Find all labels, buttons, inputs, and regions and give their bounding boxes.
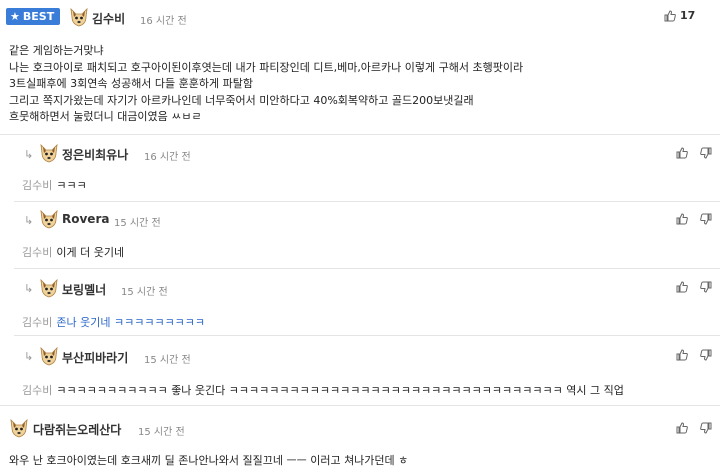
thumbs-down-icon[interactable] bbox=[700, 349, 712, 361]
star-icon: ★ bbox=[10, 10, 20, 23]
comment-text-line: 나는 호크아이로 패치되고 호구아이된이후엿는데 내가 파티장인데 디트,베마,… bbox=[9, 61, 524, 74]
comment-author[interactable]: 김수비 bbox=[92, 10, 125, 27]
comment-text-line: 흐뭇해하면서 눌렀더니 대금이였음 ㅆㅂㄹ bbox=[9, 110, 202, 123]
thumbs-down-icon[interactable] bbox=[700, 422, 712, 434]
comment-author[interactable]: 다람쥐는오레산다 bbox=[33, 421, 121, 438]
thumbs-down-icon[interactable] bbox=[700, 213, 712, 225]
reply-content: 존나 웃기네 ㅋㅋㅋㅋㅋㅋㅋㅋㅋ bbox=[56, 316, 206, 329]
comment-time: 16 시간 전 bbox=[140, 16, 187, 27]
reply-item: ↳ 보링멜너 15 시간 전 김수비 존나 웃기네 ㅋㅋㅋㅋㅋㅋㅋㅋㅋ bbox=[0, 269, 720, 335]
reply-arrow-icon: ↳ bbox=[24, 282, 34, 295]
reply-time: 15 시간 전 bbox=[121, 287, 168, 298]
reply-time: 15 시간 전 bbox=[144, 355, 191, 366]
reply-author[interactable]: 보링멜너 bbox=[62, 281, 106, 298]
reply-to-name[interactable]: 김수비 bbox=[22, 179, 52, 192]
reply-to-name[interactable]: 김수비 bbox=[22, 316, 52, 329]
reply-item: ↳ Rovera 15 시간 전 김수비 이게 더 웃기네 bbox=[0, 202, 720, 268]
comment-text-line: 와우 난 호크아이였는데 호크새끼 딜 존나안나와서 질질끄네 ㅡㅡ 이러고 쳐… bbox=[9, 454, 409, 467]
reply-arrow-icon: ↳ bbox=[24, 214, 34, 227]
reply-text: 김수비 ㅋㅋㅋㅋㅋㅋㅋㅋㅋㅋㅋ 좋나 웃긴다 ㅋㅋㅋㅋㅋㅋㅋㅋㅋㅋㅋㅋㅋㅋㅋㅋㅋㅋ… bbox=[22, 382, 624, 398]
thumbs-down-icon[interactable] bbox=[700, 281, 712, 293]
thumbs-up-icon[interactable] bbox=[676, 349, 688, 361]
reply-author[interactable]: Rovera bbox=[62, 212, 109, 226]
thumbs-up-icon bbox=[664, 10, 676, 22]
reply-text: 김수비 ㅋㅋㅋ bbox=[22, 177, 87, 193]
reply-to-name[interactable]: 김수비 bbox=[22, 384, 52, 397]
reply-text: 김수비 존나 웃기네 ㅋㅋㅋㅋㅋㅋㅋㅋㅋ bbox=[22, 314, 205, 330]
avatar-dog-icon[interactable] bbox=[68, 7, 90, 27]
reply-to-name[interactable]: 김수비 bbox=[22, 246, 52, 259]
best-badge-label: BEST bbox=[22, 10, 55, 23]
comment-text-line: 같은 게임하는거맞냐 bbox=[9, 44, 104, 57]
thumbs-up-icon[interactable] bbox=[676, 213, 688, 225]
thumbs-up-icon[interactable] bbox=[676, 422, 688, 434]
reply-arrow-icon: ↳ bbox=[24, 350, 34, 363]
reply-author[interactable]: 부산피바라기 bbox=[62, 349, 128, 366]
reply-content: ㅋㅋㅋ bbox=[56, 179, 87, 192]
best-comment: ★ BEST 김수비 16 시간 전 17 같은 게임하는거맞냐 나는 호크아이… bbox=[0, 0, 720, 134]
best-badge: ★ BEST bbox=[6, 8, 61, 25]
reply-item: ↳ 부산피바라기 15 시간 전 김수비 ㅋㅋㅋㅋㅋㅋㅋㅋㅋㅋㅋ 좋나 웃긴다 ㅋ… bbox=[0, 336, 720, 404]
reply-arrow-icon: ↳ bbox=[24, 148, 34, 161]
comment-text-line: 그리고 쪽지가왔는데 자기가 아르카나인데 너무죽어서 미안하다고 40%회복약… bbox=[9, 94, 474, 107]
reply-author[interactable]: 정은비최유나 bbox=[62, 146, 128, 163]
comment-item: 다람쥐는오레산다 15 시간 전 와우 난 호크아이였는데 호크새끼 딜 존나안… bbox=[0, 406, 720, 475]
thumbs-down-icon[interactable] bbox=[700, 147, 712, 159]
reply-time: 16 시간 전 bbox=[144, 152, 191, 163]
like-button[interactable]: 17 bbox=[664, 9, 695, 22]
reply-content: ㅋㅋㅋㅋㅋㅋㅋㅋㅋㅋㅋ 좋나 웃긴다 ㅋㅋㅋㅋㅋㅋㅋㅋㅋㅋㅋㅋㅋㅋㅋㅋㅋㅋㅋㅋㅋ… bbox=[56, 384, 624, 397]
avatar-dog-icon[interactable] bbox=[38, 143, 60, 163]
avatar-dog-icon[interactable] bbox=[38, 278, 60, 298]
avatar-dog-icon[interactable] bbox=[8, 418, 30, 438]
comment-time: 15 시간 전 bbox=[138, 427, 185, 438]
avatar-dog-icon[interactable] bbox=[38, 346, 60, 366]
avatar-dog-icon[interactable] bbox=[38, 209, 60, 229]
comment-text-line: 3트실패후에 3회연속 성공해서 다들 훈훈하게 파탈함 bbox=[9, 77, 253, 90]
reply-text: 김수비 이게 더 웃기네 bbox=[22, 244, 124, 260]
like-count: 17 bbox=[680, 9, 696, 22]
reply-time: 15 시간 전 bbox=[114, 218, 161, 229]
reply-content: 이게 더 웃기네 bbox=[56, 246, 125, 259]
reply-item: ↳ 정은비최유나 16 시간 전 김수비 ㅋㅋㅋ bbox=[0, 135, 720, 201]
thumbs-up-icon[interactable] bbox=[676, 147, 688, 159]
thumbs-up-icon[interactable] bbox=[676, 281, 688, 293]
